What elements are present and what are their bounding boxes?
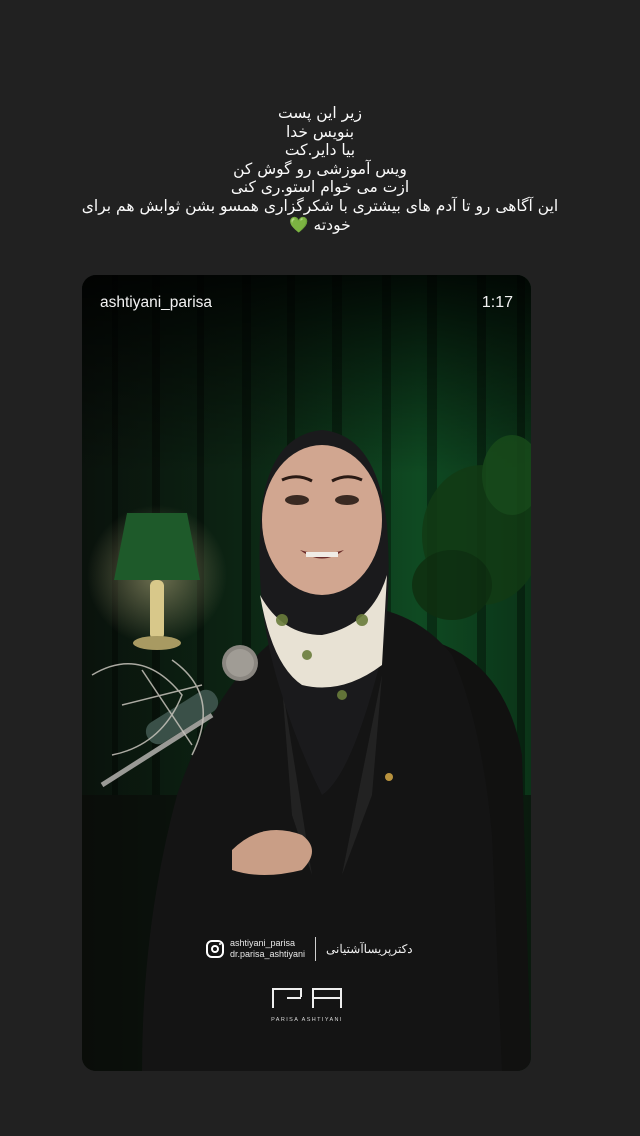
watermark-persian-name: دکترپریساآشتیانی <box>326 942 413 956</box>
caption-line-1: زیر این پست <box>278 104 362 122</box>
watermark-divider <box>315 937 317 961</box>
shared-video-card[interactable]: ashtiyani_parisa 1:17 ashtiyani_parisa d… <box>82 275 531 1071</box>
caption-line-3: بیا دایر.کت <box>284 141 356 160</box>
video-header: ashtiyani_parisa 1:17 <box>82 275 531 331</box>
brand-logo: PARISA ASHTIYANI <box>267 986 347 1023</box>
caption-line-4: ویس آموزشی رو گوش کن <box>233 159 407 178</box>
video-duration: 1:17 <box>481 294 513 311</box>
story-caption: زیر این پست بنویس خدا بیا دایر.کت ویس آم… <box>20 104 620 234</box>
instagram-icon <box>206 940 224 958</box>
watermark-handle-1: ashtiyani_parisa <box>230 938 296 948</box>
caption-line-6: این آگاهی رو تا آدم های بیشتری با شکرگزا… <box>81 196 559 215</box>
pa-monogram-icon <box>272 988 342 1008</box>
caption-line-7: خودته 💚 <box>289 215 351 234</box>
watermark-handles: ashtiyani_parisa dr.parisa_ashtiyani دکت… <box>206 937 413 961</box>
watermark-handle-2: dr.parisa_ashtiyani <box>230 949 306 959</box>
username[interactable]: ashtiyani_parisa <box>100 294 212 312</box>
logo-text: PARISA ASHTIYANI <box>271 1017 343 1023</box>
caption-line-5: ازت می خوام استو.ری کنی <box>230 178 410 197</box>
caption-line-2: بنویس خدا <box>285 122 355 141</box>
